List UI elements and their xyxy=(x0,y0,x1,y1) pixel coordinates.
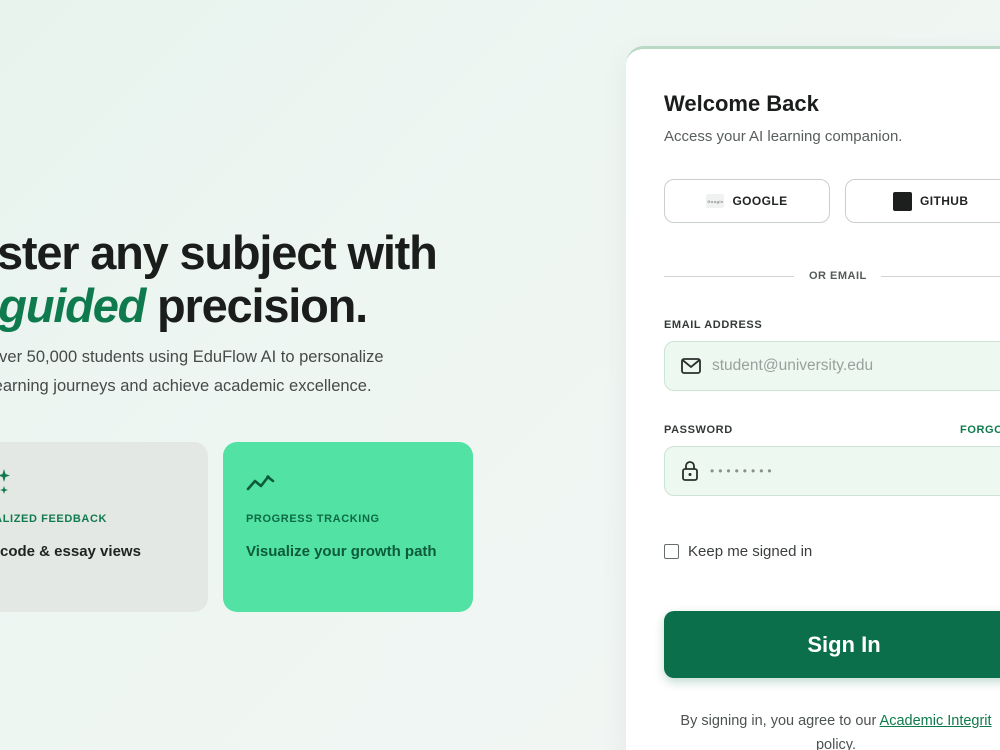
feature-label-tracking: PROGRESS TRACKING xyxy=(246,513,380,525)
hero-title: aster any subject with I-guided precisio… xyxy=(0,226,438,332)
email-label: EMAIL ADDRESS xyxy=(664,319,763,331)
feature-card-tracking: PROGRESS TRACKING Visualize your growth … xyxy=(223,442,473,612)
feature-label-feedback: RSONALIZED FEEDBACK xyxy=(0,513,108,525)
sparkle-icon xyxy=(0,469,10,494)
page: aster any subject with I-guided precisio… xyxy=(0,0,1000,750)
github-signin-button[interactable]: GITHUB xyxy=(845,179,1000,223)
password-field-wrapper xyxy=(664,446,1000,496)
hero-subtitle: over 50,000 students using EduFlow AI to… xyxy=(0,348,384,395)
academic-integrity-link[interactable]: Academic Integrit xyxy=(880,713,992,729)
hero-title-line-1: aster any subject with xyxy=(0,226,438,279)
feature-desc-feedback: stant code & essay views xyxy=(0,543,141,560)
hero-title-accent: I-guided xyxy=(0,279,146,332)
hero-title-rest: precision. xyxy=(145,279,368,332)
terms-prefix: By signing in, you agree to our xyxy=(680,713,880,729)
terms-text: By signing in, you agree to our Academic… xyxy=(666,709,1000,750)
keep-signed-in[interactable]: Keep me signed in xyxy=(664,543,812,560)
google-signin-button[interactable]: Google GOOGLE xyxy=(664,179,830,223)
keep-signed-in-label: Keep me signed in xyxy=(688,543,813,560)
login-panel: Welcome Back Access your AI learning com… xyxy=(626,46,1000,750)
google-logo-icon: Google xyxy=(706,194,725,208)
github-logo-icon xyxy=(893,191,912,211)
sign-in-button[interactable]: Sign In xyxy=(664,611,1000,678)
password-field[interactable] xyxy=(710,464,990,478)
or-email-divider: OR EMAIL xyxy=(664,269,1000,285)
login-title: Welcome Back xyxy=(664,91,819,116)
hero-title-line-2: I-guided precision. xyxy=(0,279,437,332)
feature-desc-tracking: Visualize your growth path xyxy=(246,543,437,560)
email-field[interactable] xyxy=(712,357,992,375)
google-button-label: GOOGLE xyxy=(732,194,788,208)
divider-text: OR EMAIL xyxy=(809,270,867,282)
trend-line-icon xyxy=(246,475,275,491)
email-field-wrapper xyxy=(664,341,1000,391)
feature-card-feedback: RSONALIZED FEEDBACK stant code & essay v… xyxy=(0,442,208,612)
terms-suffix: policy. xyxy=(815,737,857,750)
divider-line-right xyxy=(881,276,1000,277)
keep-signed-in-checkbox[interactable] xyxy=(664,544,679,559)
login-subtitle: Access your AI learning companion. xyxy=(664,128,903,145)
divider-line-left xyxy=(664,276,794,277)
password-label: PASSWORD xyxy=(664,424,733,436)
lock-icon xyxy=(682,461,698,481)
mail-icon xyxy=(681,358,701,374)
forgot-password-link[interactable]: FORGOT xyxy=(960,424,1000,436)
github-button-label: GITHUB xyxy=(920,194,969,208)
